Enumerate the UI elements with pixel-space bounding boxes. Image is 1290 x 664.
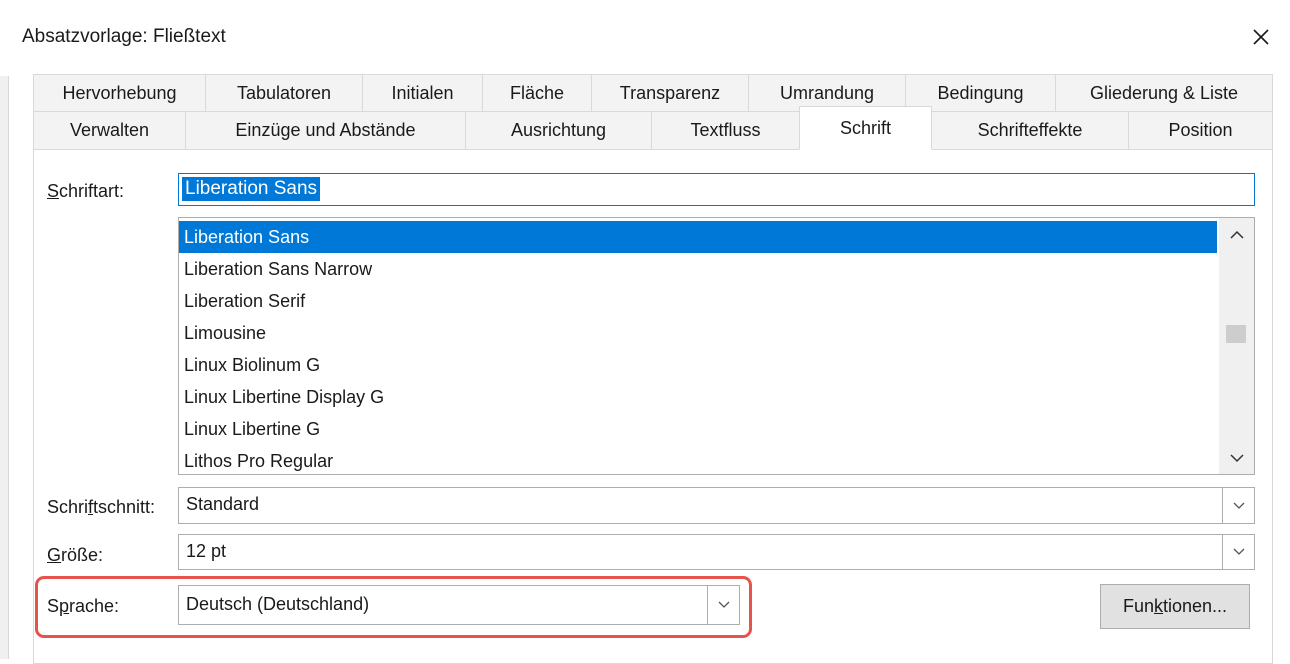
chevron-down-icon — [718, 601, 729, 608]
font-list-item[interactable]: Linux Libertine G — [179, 413, 1217, 445]
close-icon — [1253, 29, 1269, 45]
font-list-item[interactable]: Liberation Sans Narrow — [179, 253, 1217, 285]
font-style-label: Schriftschnitt: — [47, 497, 156, 517]
tab-gliederung-liste[interactable]: Gliederung & Liste — [1055, 74, 1273, 112]
scroll-up-button[interactable] — [1219, 218, 1254, 250]
font-list-item[interactable]: Linux Biolinum G — [179, 349, 1217, 381]
dialog-title: Absatzvorlage: Fließtext — [22, 26, 226, 47]
font-name-label: Schriftart: — [47, 181, 125, 201]
chevron-up-icon — [1229, 230, 1244, 239]
scroll-down-button[interactable] — [1219, 442, 1254, 474]
tab-schrifteffekte[interactable]: Schrifteffekte — [931, 111, 1129, 150]
language-dropdown-button[interactable] — [707, 586, 739, 624]
font-size-select[interactable]: 12 pt — [178, 534, 1255, 570]
font-list[interactable]: Liberation Sans Liberation Sans Narrow L… — [178, 217, 1255, 475]
font-style-select[interactable]: Standard — [178, 487, 1255, 524]
font-size-value: 12 pt — [186, 541, 227, 561]
close-button[interactable] — [1238, 12, 1284, 62]
features-button[interactable]: Fun k tionen... — [1100, 584, 1250, 629]
tab-flaeche[interactable]: Fläche — [482, 74, 592, 112]
title-bar: Absatzvorlage: Fließtext — [0, 0, 1290, 76]
tab-transparenz[interactable]: Transparenz — [591, 74, 749, 112]
tab-schrift[interactable]: Schrift — [799, 106, 932, 150]
font-list-item[interactable]: Lithos Pro Regular — [179, 445, 1217, 474]
tab-textfluss[interactable]: Textfluss — [651, 111, 800, 150]
tab-position[interactable]: Position — [1128, 111, 1273, 150]
font-list-item[interactable]: Limousine — [179, 317, 1217, 349]
scroll-thumb[interactable] — [1226, 325, 1246, 343]
tab-ausrichtung[interactable]: Ausrichtung — [465, 111, 652, 150]
tab-verwalten[interactable]: Verwalten — [33, 111, 186, 150]
font-size-dropdown-button[interactable] — [1222, 535, 1254, 569]
language-select[interactable]: Deutsch (Deutschland) — [178, 585, 740, 625]
font-list-item[interactable]: Liberation Serif — [179, 285, 1217, 317]
chevron-down-icon — [1233, 548, 1244, 555]
font-name-input[interactable]: Liberation Sans — [178, 173, 1255, 206]
chevron-down-icon — [1233, 502, 1244, 509]
font-list-scrollbar[interactable] — [1219, 218, 1254, 474]
font-list-item[interactable]: Linux Libertine Display G — [179, 381, 1217, 413]
language-label: Sprache: — [47, 596, 120, 616]
language-value: Deutsch (Deutschland) — [186, 594, 370, 614]
chevron-down-icon — [1229, 453, 1244, 462]
tab-hervorhebung[interactable]: Hervorhebung — [33, 74, 206, 112]
font-style-value: Standard — [186, 494, 260, 514]
tab-tabulatoren[interactable]: Tabulatoren — [205, 74, 363, 112]
font-list-item[interactable]: Liberation Sans — [179, 221, 1217, 253]
font-size-label: Größe: — [47, 545, 104, 565]
tab-initialen[interactable]: Initialen — [362, 74, 483, 112]
font-style-dropdown-button[interactable] — [1222, 488, 1254, 523]
tab-einzuege-abstaende[interactable]: Einzüge und Abstände — [185, 111, 466, 150]
font-name-value: Liberation Sans — [182, 177, 321, 201]
window-edge — [0, 76, 9, 659]
